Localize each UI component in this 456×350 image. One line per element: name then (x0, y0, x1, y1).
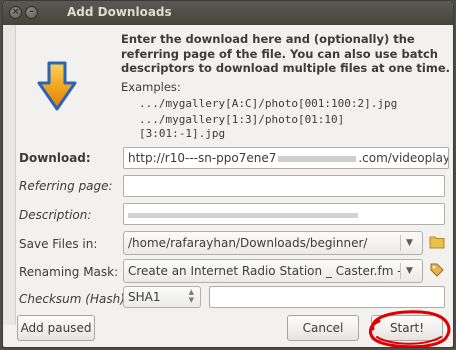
combo-separator (400, 235, 401, 251)
referring-page-label: Referring page: (19, 179, 113, 193)
checksum-input[interactable] (209, 286, 445, 308)
minimize-button[interactable]: – (25, 6, 38, 19)
close-button[interactable]: × (9, 6, 22, 19)
chevron-down-icon[interactable]: ▼ (406, 260, 413, 282)
example-line-3: [3:01:-1].jpg (139, 127, 226, 140)
renaming-mask-combo[interactable]: Create an Internet Radio Station _ Caste… (123, 259, 423, 283)
combo-separator (400, 263, 401, 279)
save-files-in-combo[interactable]: /home/rafarayhan/Downloads/beginner/ ▼ (123, 231, 423, 255)
download-url-end: .com/videoplayback? (358, 151, 449, 165)
redacted-segment (278, 155, 357, 162)
download-input[interactable]: http://r10---sn-ppo7ene7 .com/videoplayba… (123, 147, 449, 169)
description-input[interactable] (123, 203, 445, 225)
checksum-label: Checksum (Hash): (19, 292, 129, 306)
referring-page-input[interactable] (123, 175, 445, 197)
description-label: Description: (19, 208, 92, 222)
download-label: Download: (19, 151, 91, 165)
checksum-algorithm-value: SHA1 (128, 290, 161, 304)
save-files-in-label: Save Files in: (19, 237, 98, 251)
spin-arrows-icon[interactable]: ▲ ▼ (189, 288, 194, 304)
redacted-description (128, 213, 358, 218)
info-description: Enter the download here and (optionally)… (121, 32, 451, 75)
cancel-button[interactable]: Cancel (287, 315, 359, 341)
tag-icon[interactable] (429, 262, 445, 278)
close-icon: × (11, 7, 20, 17)
example-line-2: .../mygallery[1:3]/photo[01:10] (139, 113, 345, 126)
titlebar: × – Add Downloads (3, 1, 453, 25)
examples-label: Examples: (121, 80, 181, 94)
renaming-mask-value: Create an Internet Radio Station _ Caste… (128, 264, 400, 278)
minimize-icon: – (29, 7, 34, 17)
example-line-1: .../mygallery[A:C]/photo[001:100:2].jpg (139, 97, 398, 110)
renaming-mask-label: Renaming Mask: (19, 265, 119, 279)
download-url-start: http://r10---sn-ppo7ene7 (128, 151, 277, 165)
red-annotation-scribble (369, 310, 451, 347)
save-files-in-value: /home/rafarayhan/Downloads/beginner/ (128, 236, 368, 250)
chevron-down-icon[interactable]: ▼ (406, 232, 413, 254)
folder-icon[interactable] (429, 235, 445, 249)
add-downloads-dialog: × – Add Downloads Enter the download her… (2, 0, 454, 348)
checksum-algorithm-select[interactable]: SHA1 ▲ ▼ (123, 286, 201, 308)
add-paused-button[interactable]: Add paused (17, 315, 95, 341)
download-arrow-icon (37, 61, 77, 111)
background-window-strip (3, 25, 16, 325)
window-title: Add Downloads (67, 5, 172, 19)
